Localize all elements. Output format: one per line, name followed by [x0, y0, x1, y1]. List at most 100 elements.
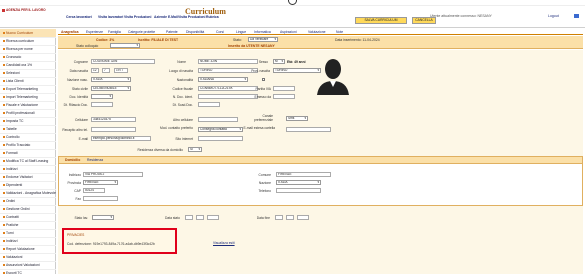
sidebar-item-label: Tabelle	[6, 127, 17, 131]
rilascio-input[interactable]	[273, 94, 295, 99]
scad-label: Dt. Rilascio Doc.	[63, 103, 88, 107]
tab-item[interactable]: Anagrafica	[61, 30, 79, 34]
cognome-input[interactable]: COGNOME 3JIN	[91, 59, 155, 64]
fax-input[interactable]	[83, 196, 118, 201]
logo-square-icon	[2, 8, 5, 12]
tab-item[interactable]: Note	[336, 30, 343, 34]
residenza-select[interactable]: SI	[188, 147, 202, 152]
tab-item[interactable]: Famiglia	[108, 30, 121, 34]
privacy-link[interactable]: Visualizza esiti	[213, 241, 235, 245]
bullet-icon	[3, 88, 5, 91]
canale-label: Canale preferenziale	[253, 114, 273, 122]
tab-item[interactable]: Corsi	[216, 30, 224, 34]
circle-handle-icon[interactable]	[288, 0, 297, 5]
altro-cell-input[interactable]	[198, 117, 238, 122]
tab-item[interactable]: Informatica	[254, 30, 271, 34]
scad-date-input[interactable]	[198, 102, 220, 107]
nav-item-aziende[interactable]: Aziende E.Mail	[154, 15, 178, 20]
stato-civile-select[interactable]: CELIBE/NUBILE	[91, 86, 131, 91]
data-fine-month[interactable]	[286, 215, 294, 220]
tab-item[interactable]: Patente	[166, 30, 178, 34]
bullet-icon	[3, 112, 5, 115]
sidebar-item-label: Indirizzi	[6, 239, 18, 243]
bullet-icon	[3, 184, 5, 187]
indirizzo-label: Indirizzo	[68, 173, 81, 177]
sidebar-item-label: Imposta TC	[6, 119, 24, 123]
tab-domicilio[interactable]: Domicilio	[65, 158, 80, 162]
nav-item-visita-produzioni[interactable]: Visita Produzioni	[124, 15, 151, 20]
stato-civile-label: Stato civile	[72, 87, 88, 91]
cancel-button[interactable]: CANCELLA	[412, 17, 436, 24]
logo: AGENZIA PER IL LAVORO	[2, 8, 50, 13]
tab-item[interactable]: Valutazione	[308, 30, 325, 34]
codice-label: Codice: 3%	[96, 38, 115, 42]
cap-label: CAP	[74, 189, 81, 193]
stato-colloquio-select[interactable]	[110, 43, 140, 48]
bullet-icon	[3, 160, 5, 163]
comunitario-checkbox[interactable]	[262, 78, 265, 81]
tab-item[interactable]: Esperienze	[86, 30, 103, 34]
sidebar-item-label: Turni	[6, 231, 14, 235]
stato-lav-select[interactable]	[92, 215, 114, 220]
sesso-select[interactable]: M	[273, 59, 285, 64]
bullet-icon	[3, 208, 5, 211]
recapito-input[interactable]	[91, 127, 136, 132]
provincia-select[interactable]: FIRENZE	[83, 180, 118, 185]
tab-item[interactable]: Disponibilità	[186, 30, 204, 34]
email-estesa-input[interactable]	[286, 127, 331, 132]
tab-residenza[interactable]: Residenza	[87, 158, 103, 162]
provincia-label: Provincia	[67, 181, 81, 185]
mod-contatto-label: Mod. contatto preferito	[160, 126, 193, 130]
sidebar-item-label: Profili professionali	[6, 111, 35, 115]
tab-item[interactable]: Categorie protette	[128, 30, 155, 34]
provnascita-select[interactable]: TORINO	[273, 68, 321, 73]
indirizzo-input[interactable]: VIA PROVA 2	[83, 172, 143, 177]
data-stato-day[interactable]	[185, 215, 193, 220]
nav-item-rubrica[interactable]: Rubrica	[206, 15, 219, 20]
sito-input[interactable]	[198, 136, 243, 141]
bullet-icon	[3, 96, 5, 99]
sidebar-item[interactable]: Esporti TC	[0, 269, 56, 274]
dn-day-input[interactable]: 12	[91, 68, 99, 73]
dn-year-input[interactable]: 1977	[114, 68, 128, 73]
cap-input[interactable]: 50124	[83, 188, 105, 193]
recapito-label: Recapito altro tel.	[62, 128, 88, 132]
nazione-addr-select[interactable]: ITALIA	[276, 180, 321, 185]
data-inserimento: Data inserimento: 11-04-2024	[335, 38, 380, 42]
nazione-select[interactable]: ITALIA	[91, 77, 131, 82]
tab-item[interactable]: Lingue	[236, 30, 246, 34]
piva-input[interactable]	[273, 86, 295, 91]
data-fine-day[interactable]	[275, 215, 283, 220]
data-stato-year[interactable]	[207, 215, 219, 220]
canale-select[interactable]: Sms	[286, 116, 308, 121]
stato-select[interactable]: Da Verificare	[248, 37, 278, 42]
nazionalita-select[interactable]: ITALIANA	[198, 77, 248, 82]
nav-item-cerca[interactable]: Cerca lavoratori	[66, 15, 92, 20]
comune-input[interactable]: FIRENZE	[276, 172, 331, 177]
nav-item-visita-lavoratori[interactable]: Visita lavoratori	[98, 15, 123, 20]
mod-contatto-select[interactable]: Consegna contatta	[198, 127, 243, 132]
sidebar-item-label: Import Telemarketing	[6, 95, 38, 99]
rilascio-date-input[interactable]	[91, 102, 113, 107]
privacy-label: PRIVACIES	[67, 233, 85, 237]
sidebar-item-label: Pratiche	[6, 223, 19, 227]
avatar-icon	[317, 59, 349, 95]
bullet-icon	[3, 128, 5, 131]
email-input[interactable]: esempio.persona@dominio.it	[91, 136, 151, 141]
logout-link[interactable]: Logout	[548, 14, 559, 18]
save-cv-button[interactable]: SALVA CURRICULUM	[355, 17, 407, 24]
data-stato-month[interactable]	[196, 215, 204, 220]
address-panel: Domicilio Residenza Indirizzo VIA PROVA …	[58, 156, 583, 206]
nav-item-visita-produzioni-2[interactable]: Visita Produzioni	[178, 15, 205, 20]
residenza-label: Residenza diversa da domicilio	[137, 148, 183, 152]
cellulare-input[interactable]: 3384123475	[91, 117, 136, 122]
data-fine-year[interactable]	[297, 215, 309, 220]
sidebar-item-label: Dipendenti	[6, 183, 23, 187]
telefono-input[interactable]	[276, 188, 321, 193]
dn-month-input[interactable]: 7	[102, 68, 110, 73]
bullet-icon	[3, 192, 5, 195]
tab-item[interactable]: Aspirazioni	[280, 30, 297, 34]
bullet-icon	[3, 80, 5, 83]
bullet-icon	[3, 240, 5, 243]
doc-select[interactable]	[91, 94, 113, 99]
